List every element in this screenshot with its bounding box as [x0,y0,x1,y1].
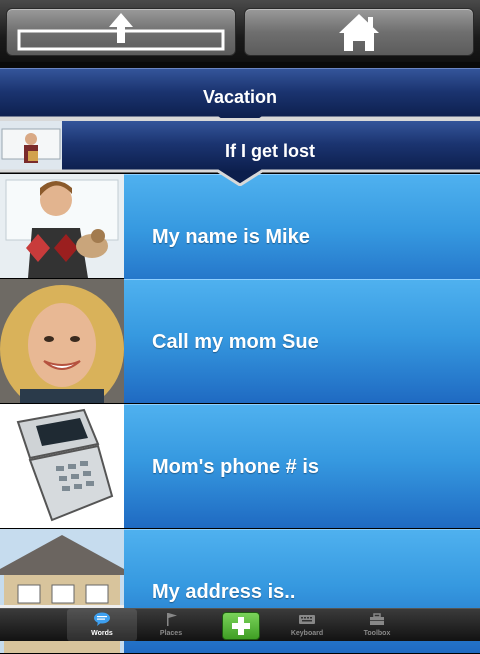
subcategory-title: If I get lost [225,141,315,161]
category-title: Vacation [202,87,278,107]
woman-portrait-photo [0,279,124,403]
tab-label: Keyboard [290,630,324,637]
top-toolbar [0,0,480,62]
home-icon [339,14,379,51]
pointer-arrow-2 [0,169,480,186]
tab-label: Places [159,630,183,637]
subcategory-header[interactable]: If I get lost [0,121,480,172]
tab-keyboard[interactable]: Keyboard [272,609,342,641]
phrase-cell[interactable]: Mom's phone # is [124,404,480,528]
phrase-row[interactable]: Call my mom Sue [0,279,480,403]
toolbox-icon [370,613,384,625]
category-header[interactable]: Vacation [0,68,480,119]
tab-words[interactable]: Words [67,609,137,641]
plus-icon [232,617,250,635]
speech-bubble-icon [94,612,110,626]
flip-phone-photo [0,404,124,528]
subcategory-thumbnail [0,121,62,170]
phrase-label: Mom's phone # is [152,456,320,478]
home-button[interactable] [244,8,474,56]
add-button[interactable] [222,612,260,640]
phrase-row[interactable]: Mom's phone # is [0,404,480,528]
tab-label: Toolbox [363,630,391,637]
arrow-up-icon [17,13,225,51]
tab-places[interactable]: Places [136,609,206,641]
tab-label: Words [91,630,113,637]
keyboard-icon [299,615,315,624]
flag-icon [167,613,177,626]
phrase-label: Call my mom Sue [152,331,319,353]
up-level-button[interactable] [6,8,236,56]
tab-toolbox[interactable]: Toolbox [342,609,412,641]
phrase-cell[interactable]: Call my mom Sue [124,279,480,403]
